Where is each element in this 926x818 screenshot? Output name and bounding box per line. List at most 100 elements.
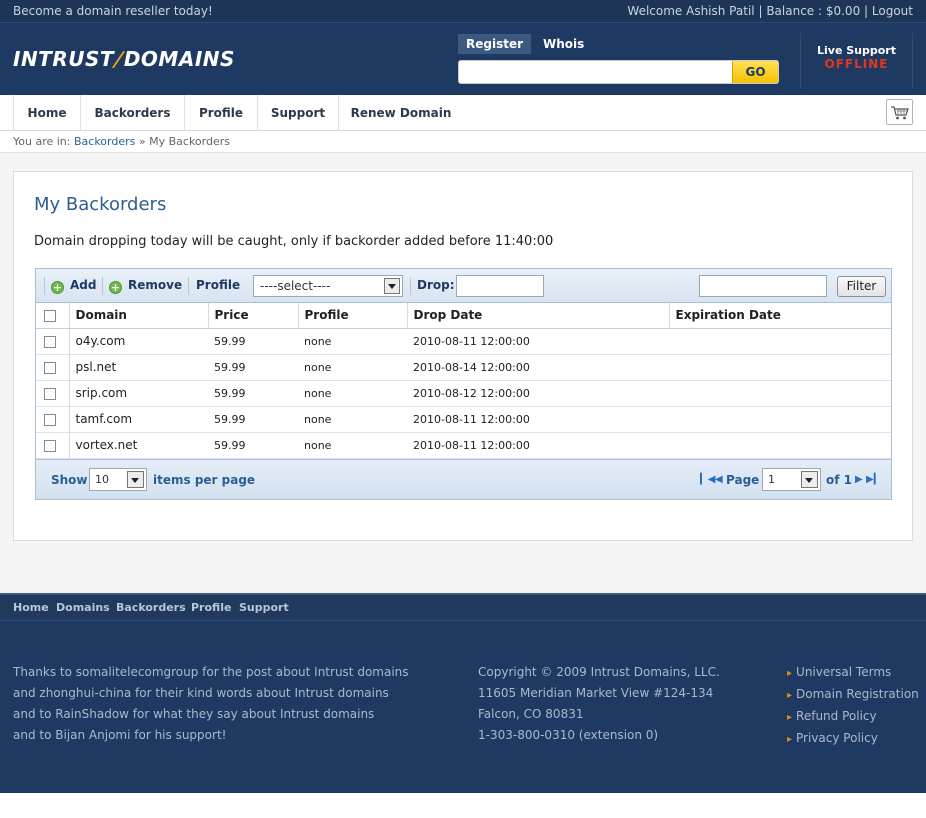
breadcrumb-current: My Backorders bbox=[149, 135, 230, 148]
footer-policy-link[interactable]: ▸ Domain Registration bbox=[787, 684, 919, 706]
page-bottom-spacer bbox=[0, 793, 926, 818]
nav-item-support[interactable]: Support bbox=[258, 95, 339, 131]
reseller-promo-link[interactable]: Become a domain reseller today! bbox=[13, 4, 213, 18]
row-checkbox[interactable] bbox=[44, 335, 56, 348]
filter-input[interactable] bbox=[699, 275, 827, 297]
shopping-cart-icon[interactable] bbox=[886, 99, 913, 125]
tab-register[interactable]: Register bbox=[458, 34, 532, 54]
breadcrumb-separator: » bbox=[138, 135, 146, 148]
expiration-date-cell bbox=[669, 328, 891, 355]
footer-thanks-line[interactable]: and to Bijan Anjomi for his support! bbox=[13, 725, 409, 746]
tab-whois[interactable]: Whois bbox=[535, 34, 592, 54]
drop-time-note: Domain dropping today will be caught, on… bbox=[34, 234, 554, 249]
logo-text-left: INTRUST bbox=[13, 47, 115, 71]
footer-address-line: 11605 Meridian Market View #124-134 bbox=[478, 686, 714, 700]
first-page-icon[interactable]: ▎◀ bbox=[700, 474, 715, 485]
filter-button[interactable]: Filter bbox=[837, 276, 886, 297]
row-select-cell bbox=[36, 328, 70, 355]
footer-thanks-line[interactable]: and to RainShadow for what they say abou… bbox=[13, 704, 409, 725]
bullet-arrow-icon: ▸ bbox=[787, 690, 793, 701]
drop-date-cell: 2010-08-11 12:00:00 bbox=[407, 432, 669, 459]
footer-nav: Home Domains Backorders Profile Support bbox=[0, 593, 926, 620]
bullet-arrow-icon: ▸ bbox=[787, 668, 793, 679]
row-checkbox[interactable] bbox=[44, 387, 56, 400]
separator: | bbox=[864, 4, 869, 18]
row-checkbox[interactable] bbox=[44, 439, 56, 452]
logout-link[interactable]: Logout bbox=[872, 4, 913, 18]
backorders-grid: + Add + Remove Profile ----select---- Drop… bbox=[35, 268, 892, 500]
remove-label: Remove bbox=[128, 278, 183, 292]
toolbar-divider bbox=[44, 277, 45, 295]
profile-cell: none bbox=[298, 380, 407, 407]
next-page-icon[interactable]: ▶ bbox=[855, 474, 863, 485]
footer-link-backorders[interactable]: Backorders bbox=[116, 601, 186, 614]
profile-cell: none bbox=[298, 328, 407, 355]
column-header-drop-date[interactable]: Drop Date bbox=[407, 303, 670, 329]
footer-thanks-line[interactable]: Thanks to somalitelecomgroup for the pos… bbox=[13, 662, 409, 683]
last-page-icon[interactable]: ▶▎ bbox=[866, 474, 881, 485]
profile-select[interactable]: ----select---- bbox=[253, 275, 403, 297]
previous-page-icon[interactable]: ◀ bbox=[715, 474, 723, 485]
row-checkbox[interactable] bbox=[44, 361, 56, 374]
column-header-profile[interactable]: Profile bbox=[298, 303, 408, 329]
nav-item-profile[interactable]: Profile bbox=[185, 95, 258, 131]
breadcrumb: You are in: Backorders » My Backorders bbox=[0, 131, 926, 153]
price-cell: 59.99 bbox=[208, 328, 298, 355]
remove-button[interactable]: + Remove bbox=[109, 278, 182, 294]
live-support-label: Live Support bbox=[817, 44, 896, 57]
live-support-status: OFFLINE bbox=[824, 57, 889, 71]
footer-link-support[interactable]: Support bbox=[239, 601, 289, 614]
balance-text: Balance : $0.00 bbox=[766, 4, 861, 18]
row-checkbox[interactable] bbox=[44, 413, 56, 426]
footer-link-home[interactable]: Home bbox=[13, 601, 49, 614]
footer-policy-link[interactable]: ▸ Universal Terms bbox=[787, 662, 919, 684]
intrust-domains-logo[interactable]: INTRUST/DOMAINS bbox=[13, 47, 235, 71]
footer-policy-link[interactable]: ▸ Privacy Policy bbox=[787, 728, 919, 750]
nav-item-backorders[interactable]: Backorders bbox=[81, 95, 185, 131]
policy-label: Refund Policy bbox=[796, 709, 877, 723]
table-row: srip.com 59.99 none 2010-08-12 12:00:00 bbox=[36, 380, 891, 407]
footer-thanks: Thanks to somalitelecomgroup for the pos… bbox=[13, 662, 409, 746]
page-select[interactable]: 1 bbox=[762, 468, 821, 491]
expiration-date-cell bbox=[669, 380, 891, 407]
items-per-page-label: items per page bbox=[153, 473, 256, 487]
footer-link-domains[interactable]: Domains bbox=[56, 601, 110, 614]
select-all-checkbox[interactable] bbox=[44, 309, 56, 322]
domain-cell: tamf.com bbox=[69, 406, 208, 433]
backorders-table: Domain Price Profile Drop Date Expiratio… bbox=[36, 303, 891, 459]
footer-phone: 1-303-800-0310 (extension 0) bbox=[478, 728, 659, 742]
breadcrumb-link-backorders[interactable]: Backorders bbox=[74, 135, 135, 148]
add-button[interactable]: + Add bbox=[51, 278, 96, 294]
footer-link-profile[interactable]: Profile bbox=[191, 601, 231, 614]
expiration-date-cell bbox=[669, 406, 891, 433]
logo-text-right: DOMAINS bbox=[123, 47, 235, 71]
nav-item-home[interactable]: Home bbox=[13, 95, 81, 131]
toolbar-divider bbox=[188, 277, 189, 295]
page-select-value: 1 bbox=[768, 473, 775, 486]
drop-label: Drop: bbox=[417, 278, 455, 292]
price-cell: 59.99 bbox=[208, 406, 298, 433]
select-all-cell bbox=[36, 303, 70, 329]
column-header-price[interactable]: Price bbox=[208, 303, 299, 329]
domain-cell: vortex.net bbox=[69, 432, 208, 459]
site-footer: Thanks to somalitelecomgroup for the pos… bbox=[0, 620, 926, 793]
row-select-cell bbox=[36, 354, 70, 381]
go-button[interactable]: GO bbox=[732, 61, 778, 83]
chevron-down-icon bbox=[127, 471, 144, 488]
items-per-page-select[interactable]: 10 bbox=[89, 468, 147, 491]
column-header-expiration-date[interactable]: Expiration Date bbox=[669, 303, 891, 329]
footer-policy-link[interactable]: ▸ Refund Policy bbox=[787, 706, 919, 728]
nav-item-renew-domain[interactable]: Renew Domain bbox=[339, 95, 463, 131]
drop-date-input[interactable] bbox=[456, 275, 544, 297]
footer-thanks-line[interactable]: and zhonghui-china for their kind words … bbox=[13, 683, 409, 704]
price-cell: 59.99 bbox=[208, 380, 298, 407]
domain-cell: psl.net bbox=[69, 354, 208, 381]
table-row: o4y.com 59.99 none 2010-08-11 12:00:00 bbox=[36, 328, 891, 355]
breadcrumb-prefix: You are in: bbox=[13, 135, 71, 148]
page-title: My Backorders bbox=[34, 194, 167, 215]
domain-search-input[interactable] bbox=[463, 63, 733, 81]
live-support-widget[interactable]: Live Support OFFLINE bbox=[800, 33, 913, 89]
footer-copyright: Copyright © 2009 Intrust Domains, LLC. bbox=[478, 665, 720, 679]
column-header-domain[interactable]: Domain bbox=[69, 303, 209, 329]
row-select-cell bbox=[36, 380, 70, 407]
